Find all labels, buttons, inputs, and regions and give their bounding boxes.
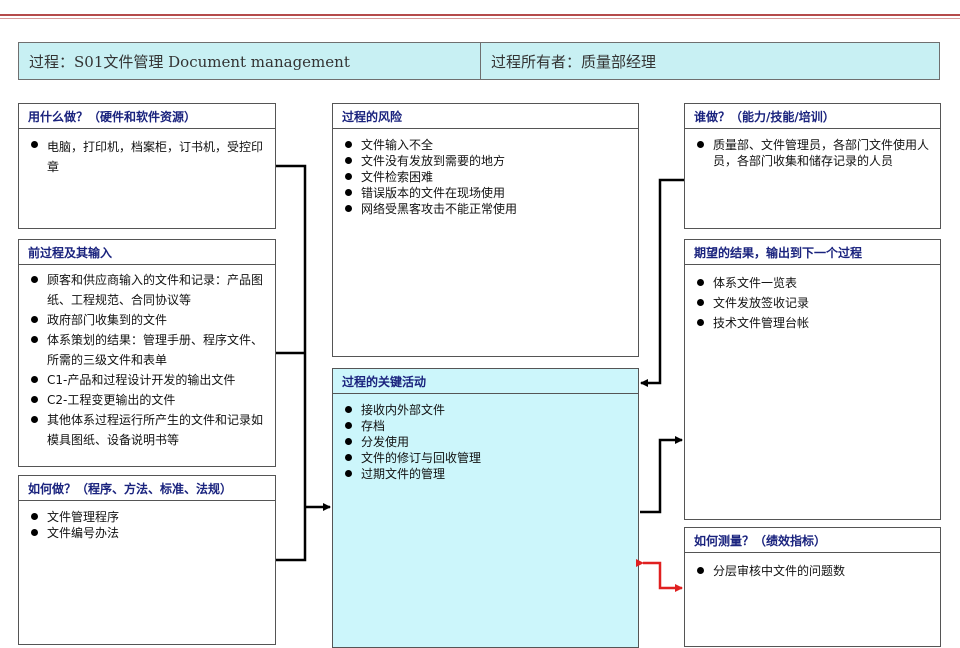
connector-methods xyxy=(276,507,307,562)
connector-measures xyxy=(636,559,683,592)
connector-lines xyxy=(276,164,684,592)
connector-resources xyxy=(276,164,307,507)
connector-who xyxy=(640,178,684,387)
connector-outputs xyxy=(640,436,683,514)
